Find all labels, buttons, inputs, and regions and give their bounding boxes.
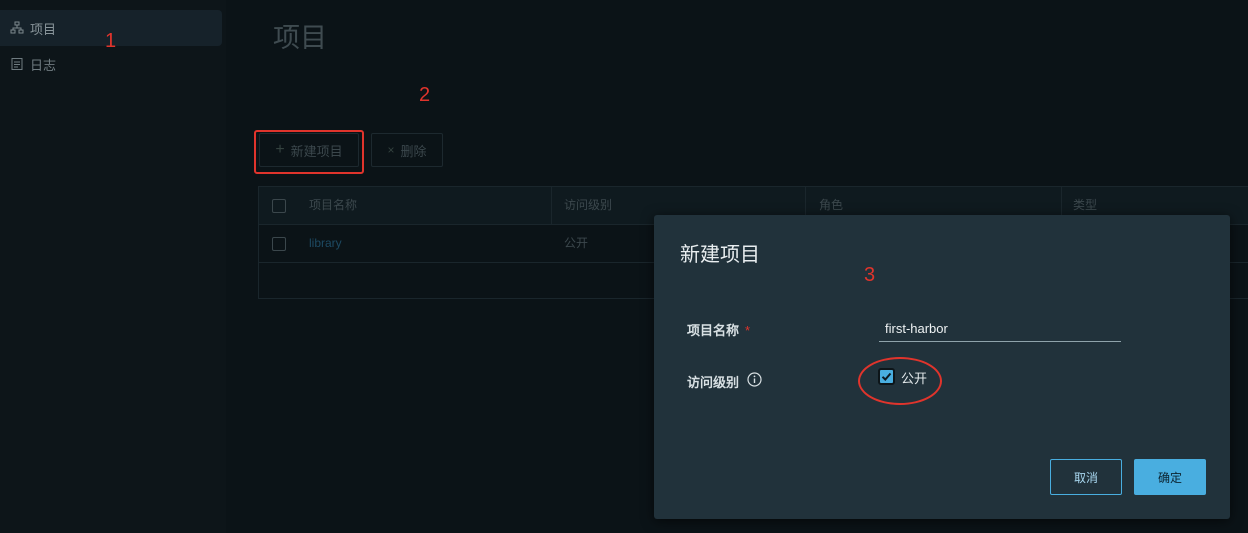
delete-button[interactable]: × 删除 — [371, 133, 443, 167]
cancel-button[interactable]: 取消 — [1050, 459, 1122, 495]
dialog-title: 新建项目 — [680, 244, 760, 266]
column-header-access[interactable]: 访问级别 — [564, 187, 612, 224]
page-title: 项目 — [273, 23, 327, 53]
annotation-circle — [858, 357, 942, 405]
project-tree-icon — [10, 21, 24, 35]
annotation-highlight-box — [254, 130, 364, 174]
new-project-dialog: 新建项目 3 项目名称* 访问级别 公开 取消 确定 — [654, 215, 1230, 519]
row-checkbox[interactable] — [272, 237, 286, 251]
column-header-name[interactable]: 项目名称 — [309, 187, 357, 224]
select-all-checkbox[interactable] — [272, 199, 286, 213]
confirm-button[interactable]: 确定 — [1134, 459, 1206, 495]
sidebar-item-label: 项目 — [30, 21, 57, 37]
annotation-2: 2 — [419, 84, 431, 106]
close-icon: × — [387, 143, 395, 157]
project-name-link[interactable]: library — [309, 225, 342, 262]
required-mark: * — [745, 323, 751, 338]
annotation-3: 3 — [864, 264, 876, 286]
sidebar: 项目 日志 — [0, 0, 226, 533]
access-level-label: 访问级别 — [687, 375, 740, 390]
delete-label: 删除 — [400, 143, 427, 159]
project-name-label-text: 项目名称 — [687, 323, 740, 338]
project-name-label: 项目名称 * — [687, 320, 750, 339]
log-document-icon — [10, 57, 24, 71]
project-name-input[interactable] — [879, 316, 1121, 342]
annotation-1: 1 — [105, 30, 117, 52]
info-icon[interactable] — [747, 372, 762, 387]
sidebar-item-label: 日志 — [30, 57, 57, 73]
project-access-level: 公开 — [564, 236, 589, 250]
column-divider — [551, 187, 552, 224]
